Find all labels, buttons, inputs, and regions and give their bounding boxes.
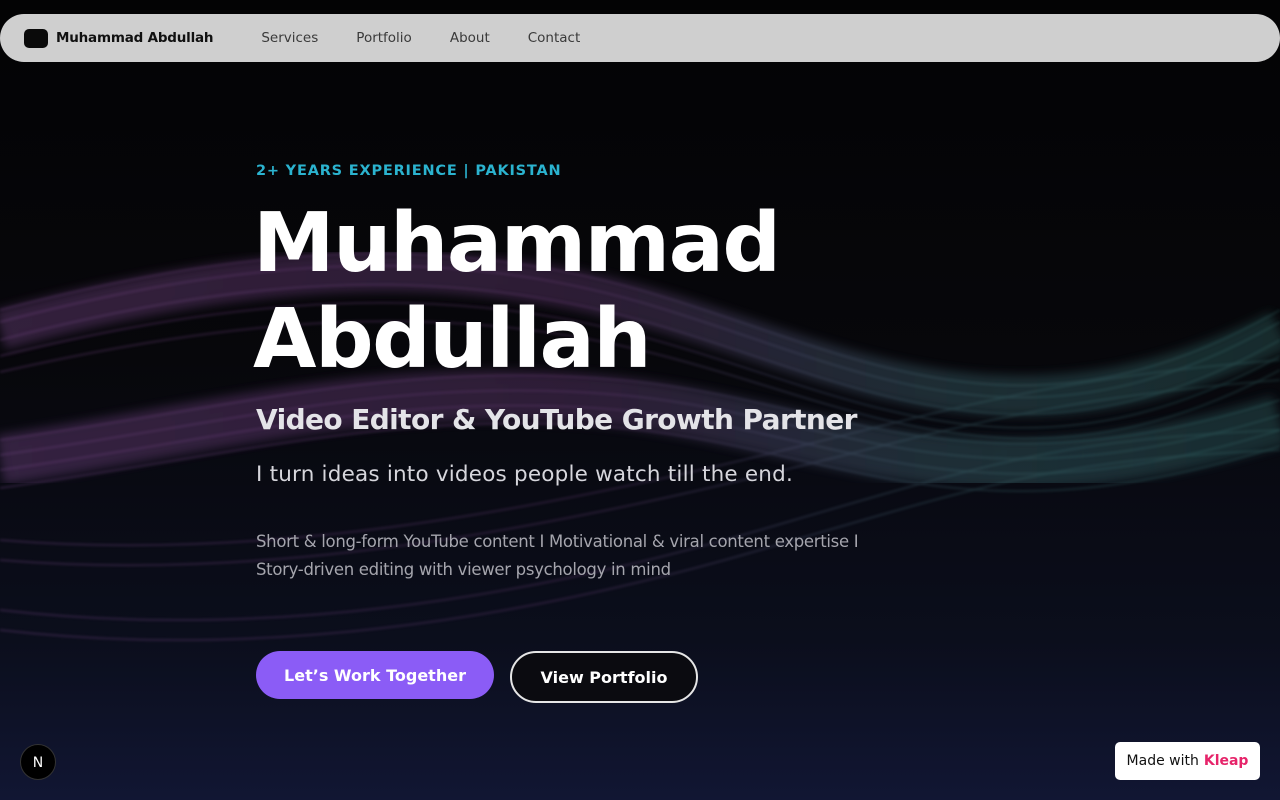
work-together-button[interactable]: Let’s Work Together xyxy=(256,651,494,699)
nav-links: Services Portfolio About Contact xyxy=(261,30,618,46)
nextjs-badge[interactable]: N xyxy=(20,744,56,780)
navbar: Muhammad Abdullah Services Portfolio Abo… xyxy=(0,14,1280,62)
brand-link[interactable]: Muhammad Abdullah xyxy=(24,28,214,48)
nextjs-icon: N xyxy=(33,755,43,771)
hero-tagline: I turn ideas into videos people watch ti… xyxy=(256,462,794,487)
hero-eyebrow: 2+ YEARS EXPERIENCE | PAKISTAN xyxy=(256,163,562,179)
cta-row: Let’s Work Together View Portfolio xyxy=(256,651,698,703)
page: Muhammad Abdullah Services Portfolio Abo… xyxy=(0,0,1280,800)
hero-section: 2+ YEARS EXPERIENCE | PAKISTAN Muhammad … xyxy=(253,160,956,584)
hero-subtitle: Video Editor & YouTube Growth Partner xyxy=(256,403,857,436)
hero-description-line2: Story-driven editing with viewer psychol… xyxy=(256,560,671,579)
hero-description: Short & long-form YouTube content I Moti… xyxy=(256,528,906,584)
hero-title-line2: Abdullah xyxy=(253,292,652,387)
nav-link-about[interactable]: About xyxy=(450,30,490,46)
brand-logo-icon xyxy=(24,28,48,48)
hero-title: Muhammad Abdullah xyxy=(253,196,956,388)
nav-link-services[interactable]: Services xyxy=(261,30,318,46)
brand-name: Muhammad Abdullah xyxy=(56,30,214,46)
nav-link-contact[interactable]: Contact xyxy=(528,30,581,46)
nextjs-icon-letter: N xyxy=(33,755,43,771)
hero-description-line1: Short & long-form YouTube content I Moti… xyxy=(256,532,859,551)
hero-title-line1: Muhammad xyxy=(253,196,781,291)
nav-link-portfolio[interactable]: Portfolio xyxy=(356,30,412,46)
made-with-text: Made with xyxy=(1126,753,1199,769)
made-with-kleap-badge[interactable]: Made with Kleap xyxy=(1115,742,1260,780)
view-portfolio-button[interactable]: View Portfolio xyxy=(510,651,698,703)
kleap-brand: Kleap xyxy=(1203,753,1249,769)
